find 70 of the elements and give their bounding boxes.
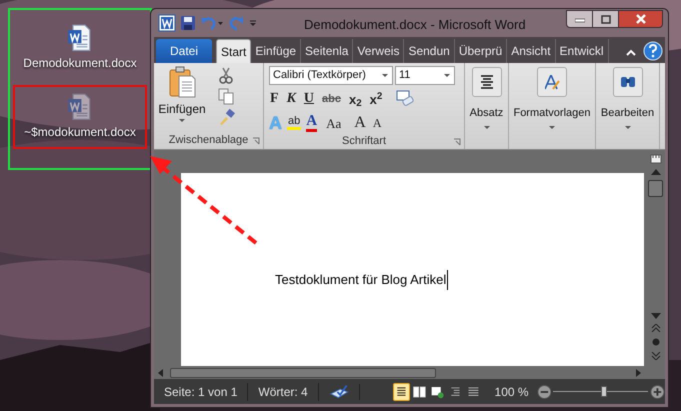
styles-icon — [544, 74, 560, 90]
close-icon — [634, 14, 646, 24]
dropdown-arrow-icon — [482, 124, 490, 130]
browse-object-icon[interactable] — [650, 337, 660, 347]
help-icon[interactable] — [643, 40, 663, 62]
file-tab[interactable]: Datei — [156, 39, 212, 63]
horizontal-scrollbar[interactable] — [158, 366, 642, 379]
scroll-up-icon[interactable] — [650, 169, 660, 175]
script-button[interactable]: x$_{2}$ — [348, 92, 363, 106]
clear-formatting-icon[interactable] — [395, 90, 416, 108]
font-size-field[interactable]: 11 — [395, 66, 455, 85]
italic-button[interactable]: K — [286, 92, 297, 106]
previous-page-icon[interactable] — [650, 324, 660, 332]
underline-button[interactable]: U — [302, 92, 316, 106]
save-icon[interactable] — [180, 15, 196, 31]
zoom-level[interactable]: 100 % — [494, 382, 529, 400]
grow-font-button[interactable]: A — [354, 115, 366, 131]
bold-button[interactable]: F — [269, 92, 280, 106]
paste-button[interactable]: Einfügen — [154, 63, 210, 132]
file-label[interactable]: Demodokument.docx — [23, 54, 137, 72]
dropdown-arrow-icon — [178, 118, 186, 124]
editing-group-button[interactable]: Bearbeiten — [596, 63, 659, 149]
window-title: Demodokument.docx - Microsoft Word — [304, 16, 526, 34]
slider-thumb[interactable] — [601, 386, 608, 396]
document-text: Testdoklument für Blog Artikel — [275, 270, 448, 290]
maximize-icon — [600, 14, 610, 24]
word-icon[interactable] — [158, 14, 176, 32]
dropdown-arrow-icon — [381, 72, 389, 78]
dropdown-arrow-icon — [548, 124, 556, 130]
file-label[interactable]: ~$modokument.docx — [24, 123, 136, 141]
word-count[interactable]: Wörter: 4 — [248, 382, 319, 400]
scroll-left-icon[interactable] — [158, 368, 164, 376]
document-icon[interactable] — [67, 24, 93, 52]
font-name-field[interactable]: Calibri (Textkörper) — [269, 66, 393, 85]
font-color-button[interactable]: A — [306, 114, 318, 132]
scroll-right-icon[interactable] — [636, 368, 642, 376]
clipboard-icon — [168, 66, 196, 98]
dropdown-arrow-icon — [624, 124, 632, 130]
styles-group-button[interactable]: Formatvorlagen — [509, 63, 595, 149]
paragraph-icon — [480, 75, 492, 89]
shrink-font-button[interactable]: A — [372, 117, 382, 129]
zoom-in-icon[interactable] — [650, 384, 666, 400]
scroll-down-icon[interactable] — [650, 313, 660, 319]
zoom-out-icon[interactable] — [536, 384, 552, 400]
paragraph-group-button[interactable]: Absatz — [465, 63, 508, 149]
ruler-icon[interactable] — [650, 152, 662, 164]
page-count[interactable]: Seite: 1 von 1 — [154, 382, 248, 400]
next-page-icon[interactable] — [650, 352, 660, 360]
zoom-slider[interactable] — [553, 384, 648, 398]
maximize-button[interactable] — [593, 10, 619, 28]
scrollbar-thumb[interactable] — [170, 368, 436, 378]
binoculars-icon — [620, 77, 634, 87]
close-button[interactable] — [619, 10, 663, 28]
minimize-button[interactable] — [566, 10, 593, 28]
group-label: Schriftart — [342, 134, 386, 149]
copy-icon[interactable] — [218, 87, 234, 105]
group-label: Zwischenablage — [168, 133, 248, 148]
change-case-button[interactable]: Aa — [326, 116, 342, 130]
scrollbar-thumb[interactable] — [648, 180, 663, 197]
script-button[interactable]: x$^{2}$ — [368, 92, 384, 106]
proofing-icon[interactable] — [328, 384, 350, 400]
print-layout-icon[interactable] — [393, 382, 410, 400]
dialog-launcher-icon[interactable] — [252, 137, 260, 145]
highlight-button[interactable]: ab — [287, 116, 302, 130]
scissors-icon[interactable] — [218, 66, 234, 84]
dialog-launcher-icon[interactable] — [453, 138, 461, 146]
ribbon-tab[interactable]: Start — [216, 39, 252, 63]
strikethrough-button[interactable]: abc — [321, 94, 342, 104]
dropdown-arrow-icon — [443, 72, 451, 78]
format-painter-icon[interactable] — [218, 108, 236, 126]
